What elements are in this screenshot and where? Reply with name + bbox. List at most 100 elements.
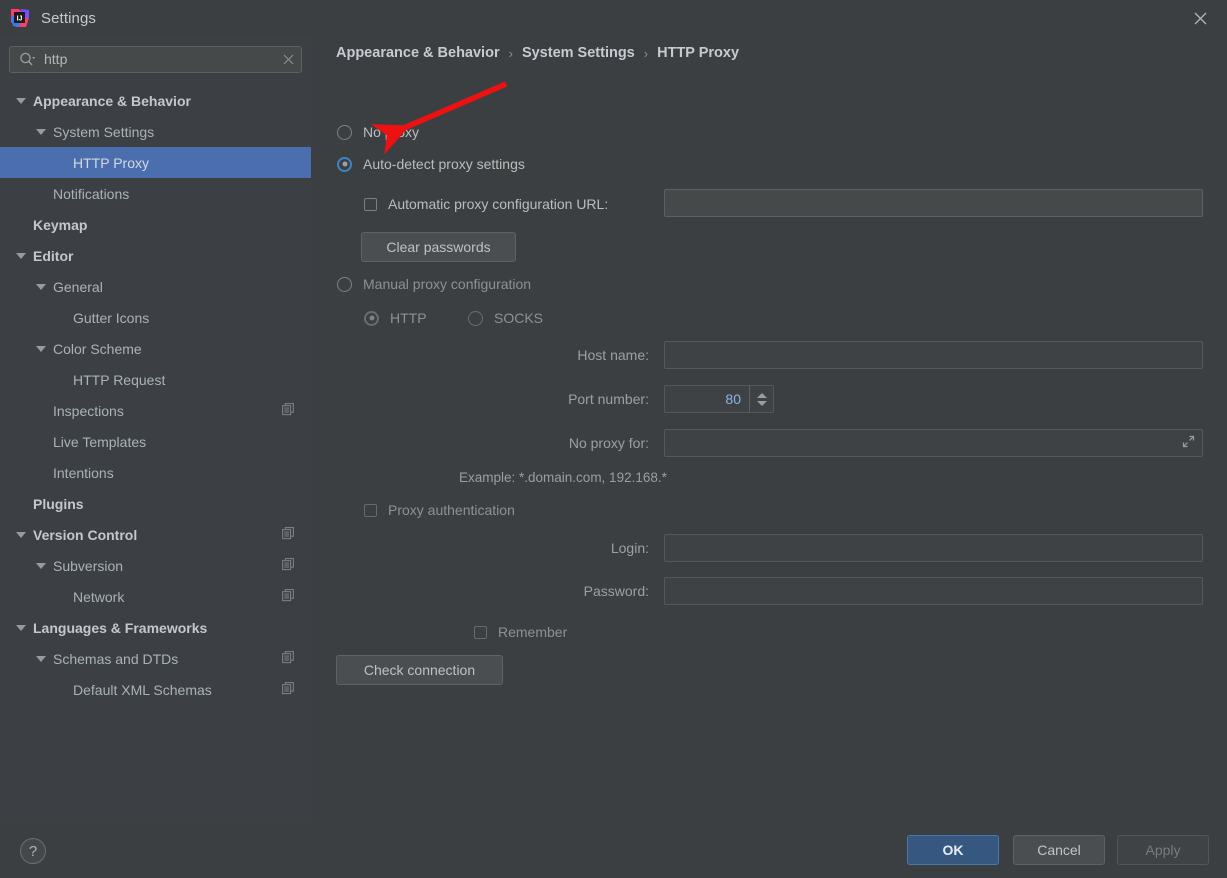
chevron-down-icon[interactable] [16,252,26,259]
sidebar-item-system-settings[interactable]: System Settings [0,116,311,147]
sidebar-item-notifications[interactable]: Notifications [0,178,311,209]
checkbox-automatic-proxy-url-icon[interactable] [364,197,377,211]
chevron-down-icon[interactable] [36,345,46,352]
sidebar-item-network[interactable]: Network [0,581,311,612]
chevron-right-icon-2: › [643,45,649,61]
sidebar-item-http-request[interactable]: HTTP Request [0,364,311,395]
radio-protocol-socks-label: SOCKS [494,310,544,326]
chevron-down-icon[interactable] [36,283,46,290]
chevron-down-icon[interactable] [36,562,46,569]
sidebar-item-label: Schemas and DTDs [53,650,179,667]
sidebar-item-color-scheme[interactable]: Color Scheme [0,333,311,364]
sidebar-item-inspections[interactable]: Inspections [0,395,311,426]
sidebar-item-subversion[interactable]: Subversion [0,550,311,581]
radio-protocol-socks[interactable]: SOCKS [468,310,543,326]
sidebar-item-label: Notifications [53,185,130,202]
host-name-label: Host name: [577,347,649,363]
sidebar-item-http-proxy[interactable]: HTTP Proxy [0,147,311,178]
svg-text:IJ: IJ [17,15,23,22]
radio-no-proxy[interactable]: No proxy [337,124,419,140]
no-proxy-for-input[interactable] [664,429,1203,457]
checkbox-remember[interactable]: Remember [474,624,567,640]
sidebar-item-label: General [53,278,103,295]
sidebar-item-label: Intentions [53,464,114,481]
radio-auto-detect-proxy[interactable]: Auto-detect proxy settings [337,156,525,172]
sidebar-item-label: Languages & Frameworks [33,619,208,636]
sidebar-item-live-templates[interactable]: Live Templates [0,426,311,457]
sidebar-item-appearance-behavior[interactable]: Appearance & Behavior [0,85,311,116]
sidebar-item-plugins[interactable]: Plugins [0,488,311,519]
breadcrumb-part-1[interactable]: Appearance & Behavior [336,45,500,61]
sidebar-item-label: Default XML Schemas [73,681,212,698]
checkbox-automatic-proxy-url-label: Automatic proxy configuration URL: [388,196,609,212]
chevron-down-icon[interactable] [16,97,26,104]
close-icon[interactable] [1181,4,1219,32]
title-bar: IJ Settings [0,0,1227,36]
radio-manual-proxy-icon[interactable] [337,276,352,292]
radio-protocol-http-icon[interactable] [364,310,379,326]
apply-button[interactable]: Apply [1117,835,1209,865]
search-input[interactable]: http [9,46,302,73]
automatic-proxy-url-input[interactable] [664,189,1203,217]
radio-no-proxy-icon[interactable] [337,124,352,140]
expand-icon[interactable] [1181,434,1196,452]
copy-settings-icon[interactable] [282,650,295,667]
radio-auto-detect-proxy-label: Auto-detect proxy settings [363,156,525,172]
host-name-input[interactable] [664,341,1203,369]
sidebar-item-label: Plugins [33,495,84,512]
sidebar-item-languages-frameworks[interactable]: Languages & Frameworks [0,612,311,643]
chevron-down-icon[interactable] [36,655,46,662]
help-icon: ? [28,842,38,860]
checkbox-remember-icon[interactable] [474,625,487,639]
sidebar-item-label: Appearance & Behavior [33,92,191,109]
copy-settings-icon[interactable] [282,526,295,543]
port-number-spin-buttons[interactable] [749,386,773,412]
help-button[interactable]: ? [20,838,46,864]
search-value[interactable]: http [44,52,275,67]
radio-protocol-socks-icon[interactable] [468,310,483,326]
chevron-down-icon[interactable] [756,400,767,406]
copy-settings-icon[interactable] [282,588,295,605]
sidebar-item-gutter-icons[interactable]: Gutter Icons [0,302,311,333]
sidebar-item-editor[interactable]: Editor [0,240,311,271]
breadcrumb-part-2[interactable]: System Settings [522,45,635,61]
checkbox-automatic-proxy-url[interactable]: Automatic proxy configuration URL: [364,196,608,212]
radio-auto-detect-proxy-icon[interactable] [337,156,352,172]
sidebar-item-label: Keymap [33,216,88,233]
chevron-down-icon[interactable] [16,624,26,631]
sidebar-item-keymap[interactable]: Keymap [0,209,311,240]
sidebar-item-general[interactable]: General [0,271,311,302]
clear-passwords-button[interactable]: Clear passwords [361,232,516,262]
chevron-up-icon[interactable] [756,392,767,398]
search-icon[interactable] [10,52,44,67]
intellij-idea-logo: IJ [10,8,30,28]
port-number-value[interactable]: 80 [725,391,741,407]
sidebar-item-schemas-and-dtds[interactable]: Schemas and DTDs [0,643,311,674]
settings-dialog: IJ Settings http Appearance & Behavior S… [0,0,1227,878]
no-proxy-for-label: No proxy for: [568,435,649,451]
copy-settings-icon[interactable] [282,681,295,698]
sidebar-item-label: Gutter Icons [73,309,150,326]
chevron-down-icon[interactable] [36,128,46,135]
sidebar-item-version-control[interactable]: Version Control [0,519,311,550]
radio-manual-proxy[interactable]: Manual proxy configuration [337,276,531,292]
sidebar-item-label: HTTP Request [73,371,166,388]
password-input[interactable] [664,577,1203,605]
cancel-button[interactable]: Cancel [1013,835,1105,865]
sidebar-item-intentions[interactable]: Intentions [0,457,311,488]
checkbox-proxy-authentication[interactable]: Proxy authentication [364,502,515,518]
port-number-stepper[interactable]: 80 [664,385,774,413]
clear-icon[interactable] [275,52,301,68]
copy-settings-icon[interactable] [282,402,295,419]
radio-protocol-http[interactable]: HTTP [364,310,427,326]
check-connection-button[interactable]: Check connection [336,655,503,685]
checkbox-proxy-authentication-icon[interactable] [364,503,377,517]
sidebar-item-default-xml-schemas[interactable]: Default XML Schemas [0,674,311,705]
sidebar-item-label: Inspections [53,402,124,419]
check-connection-label: Check connection [363,662,476,678]
ok-button[interactable]: OK [907,835,999,865]
copy-settings-icon[interactable] [282,557,295,574]
chevron-down-icon[interactable] [16,531,26,538]
example-hint: Example: *.domain.com, 192.168.* [459,470,667,485]
login-input[interactable] [664,534,1203,562]
